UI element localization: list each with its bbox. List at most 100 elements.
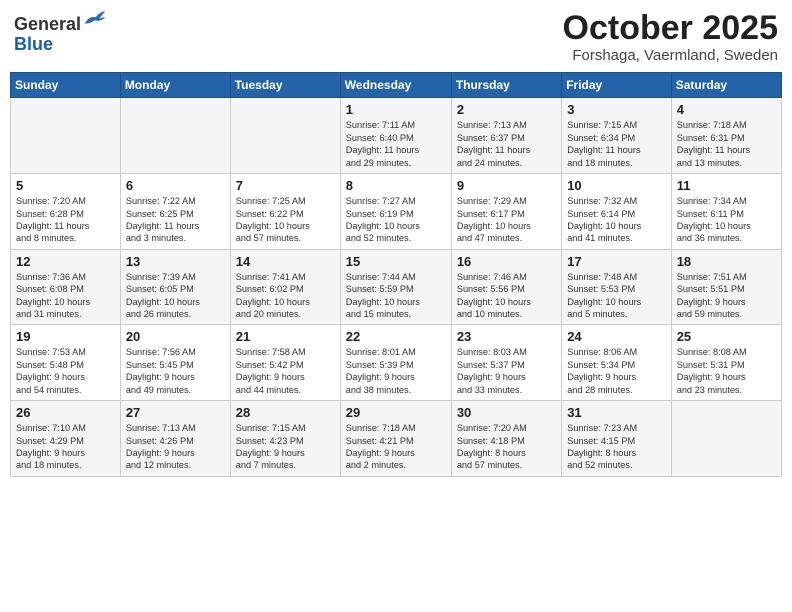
calendar-table: SundayMondayTuesdayWednesdayThursdayFrid… [10, 72, 782, 476]
day-number: 16 [457, 254, 556, 269]
calendar-cell: 7 Sunrise: 7:25 AM Sunset: 6:22 PM Daylig… [230, 174, 340, 250]
day-number: 21 [236, 329, 335, 344]
logo: General Blue [14, 10, 107, 55]
title-block: October 2025 Forshaga, Vaermland, Sweden [563, 10, 778, 64]
calendar-cell: 30 Sunrise: 7:20 AM Sunset: 4:18 PM Dayli… [451, 401, 561, 477]
day-info: Sunrise: 7:22 AM Sunset: 6:25 PM Dayligh… [126, 195, 225, 245]
day-number: 7 [236, 178, 335, 193]
calendar-cell: 22Sunrise: 8:01 AM Sunset: 5:39 PM Dayli… [340, 325, 451, 401]
day-info: Sunrise: 7:41 AM Sunset: 6:02 PM Dayligh… [236, 271, 335, 321]
col-header-thursday: Thursday [451, 73, 561, 98]
col-header-saturday: Saturday [671, 73, 781, 98]
calendar-cell: 1Sunrise: 7:11 AM Sunset: 6:40 PM Daylig… [340, 98, 451, 174]
day-number: 3 [567, 102, 666, 117]
day-number: 6 [126, 178, 225, 193]
calendar-cell: 4 Sunrise: 7:18 AM Sunset: 6:31 PM Daylig… [671, 98, 781, 174]
day-number: 25 [677, 329, 776, 344]
calendar-cell: 23 Sunrise: 8:03 AM Sunset: 5:37 PM Dayli… [451, 325, 561, 401]
calendar-week-row: 26Sunrise: 7:10 AM Sunset: 4:29 PM Dayli… [11, 401, 782, 477]
calendar-cell: 12Sunrise: 7:36 AM Sunset: 6:08 PM Dayli… [11, 249, 121, 325]
calendar-cell: 8 Sunrise: 7:27 AM Sunset: 6:19 PM Daylig… [340, 174, 451, 250]
day-info: Sunrise: 8:08 AM Sunset: 5:31 PM Dayligh… [677, 346, 776, 396]
calendar-cell: 20Sunrise: 7:56 AM Sunset: 5:45 PM Dayli… [120, 325, 230, 401]
calendar-cell: 31 Sunrise: 7:23 AM Sunset: 4:15 PM Dayli… [562, 401, 672, 477]
logo-general: General [14, 14, 81, 34]
calendar-week-row: 1Sunrise: 7:11 AM Sunset: 6:40 PM Daylig… [11, 98, 782, 174]
day-number: 30 [457, 405, 556, 420]
day-number: 29 [346, 405, 446, 420]
day-number: 17 [567, 254, 666, 269]
day-number: 24 [567, 329, 666, 344]
day-info: Sunrise: 7:11 AM Sunset: 6:40 PM Dayligh… [346, 119, 446, 169]
day-info: Sunrise: 7:27 AM Sunset: 6:19 PM Dayligh… [346, 195, 446, 245]
calendar-cell: 28 Sunrise: 7:15 AM Sunset: 4:23 PM Dayli… [230, 401, 340, 477]
calendar-cell: 17 Sunrise: 7:48 AM Sunset: 5:53 PM Dayli… [562, 249, 672, 325]
day-info: Sunrise: 7:48 AM Sunset: 5:53 PM Dayligh… [567, 271, 666, 321]
day-number: 2 [457, 102, 556, 117]
calendar-cell: 19Sunrise: 7:53 AM Sunset: 5:48 PM Dayli… [11, 325, 121, 401]
day-info: Sunrise: 7:18 AM Sunset: 6:31 PM Dayligh… [677, 119, 776, 169]
day-info: Sunrise: 7:58 AM Sunset: 5:42 PM Dayligh… [236, 346, 335, 396]
calendar-week-row: 5 Sunrise: 7:20 AM Sunset: 6:28 PM Daylig… [11, 174, 782, 250]
day-number: 10 [567, 178, 666, 193]
day-number: 22 [346, 329, 446, 344]
day-info: Sunrise: 7:36 AM Sunset: 6:08 PM Dayligh… [16, 271, 115, 321]
calendar-cell: 2Sunrise: 7:13 AM Sunset: 6:37 PM Daylig… [451, 98, 561, 174]
day-number: 9 [457, 178, 556, 193]
day-number: 11 [677, 178, 776, 193]
calendar-cell: 26Sunrise: 7:10 AM Sunset: 4:29 PM Dayli… [11, 401, 121, 477]
day-number: 19 [16, 329, 115, 344]
calendar-cell [230, 98, 340, 174]
day-info: Sunrise: 8:06 AM Sunset: 5:34 PM Dayligh… [567, 346, 666, 396]
day-info: Sunrise: 7:23 AM Sunset: 4:15 PM Dayligh… [567, 422, 666, 472]
calendar-cell: 6 Sunrise: 7:22 AM Sunset: 6:25 PM Daylig… [120, 174, 230, 250]
calendar-cell: 13Sunrise: 7:39 AM Sunset: 6:05 PM Dayli… [120, 249, 230, 325]
day-info: Sunrise: 7:20 AM Sunset: 6:28 PM Dayligh… [16, 195, 115, 245]
calendar-cell: 15Sunrise: 7:44 AM Sunset: 5:59 PM Dayli… [340, 249, 451, 325]
day-info: Sunrise: 8:03 AM Sunset: 5:37 PM Dayligh… [457, 346, 556, 396]
calendar-cell [120, 98, 230, 174]
day-number: 15 [346, 254, 446, 269]
day-info: Sunrise: 7:29 AM Sunset: 6:17 PM Dayligh… [457, 195, 556, 245]
calendar-cell [11, 98, 121, 174]
col-header-monday: Monday [120, 73, 230, 98]
day-number: 14 [236, 254, 335, 269]
day-info: Sunrise: 7:13 AM Sunset: 4:26 PM Dayligh… [126, 422, 225, 472]
calendar-header-row: SundayMondayTuesdayWednesdayThursdayFrid… [11, 73, 782, 98]
calendar-cell: 11 Sunrise: 7:34 AM Sunset: 6:11 PM Dayli… [671, 174, 781, 250]
day-info: Sunrise: 7:46 AM Sunset: 5:56 PM Dayligh… [457, 271, 556, 321]
day-info: Sunrise: 7:20 AM Sunset: 4:18 PM Dayligh… [457, 422, 556, 472]
logo-blue: Blue [14, 34, 53, 54]
page-header: General Blue October 2025 Forshaga, Vaer… [10, 10, 782, 64]
calendar-cell: 25 Sunrise: 8:08 AM Sunset: 5:31 PM Dayli… [671, 325, 781, 401]
day-info: Sunrise: 7:15 AM Sunset: 6:34 PM Dayligh… [567, 119, 666, 169]
day-number: 5 [16, 178, 115, 193]
calendar-cell: 5 Sunrise: 7:20 AM Sunset: 6:28 PM Daylig… [11, 174, 121, 250]
day-number: 18 [677, 254, 776, 269]
calendar-cell: 21 Sunrise: 7:58 AM Sunset: 5:42 PM Dayli… [230, 325, 340, 401]
calendar-cell: 3 Sunrise: 7:15 AM Sunset: 6:34 PM Daylig… [562, 98, 672, 174]
calendar-cell: 27 Sunrise: 7:13 AM Sunset: 4:26 PM Dayli… [120, 401, 230, 477]
day-info: Sunrise: 7:15 AM Sunset: 4:23 PM Dayligh… [236, 422, 335, 472]
col-header-wednesday: Wednesday [340, 73, 451, 98]
calendar-cell [671, 401, 781, 477]
col-header-sunday: Sunday [11, 73, 121, 98]
day-number: 23 [457, 329, 556, 344]
day-info: Sunrise: 7:34 AM Sunset: 6:11 PM Dayligh… [677, 195, 776, 245]
day-number: 13 [126, 254, 225, 269]
calendar-cell: 24 Sunrise: 8:06 AM Sunset: 5:34 PM Dayli… [562, 325, 672, 401]
col-header-tuesday: Tuesday [230, 73, 340, 98]
day-info: Sunrise: 7:10 AM Sunset: 4:29 PM Dayligh… [16, 422, 115, 472]
location: Forshaga, Vaermland, Sweden [563, 47, 778, 64]
day-number: 8 [346, 178, 446, 193]
calendar-cell: 9 Sunrise: 7:29 AM Sunset: 6:17 PM Daylig… [451, 174, 561, 250]
day-number: 31 [567, 405, 666, 420]
calendar-week-row: 12Sunrise: 7:36 AM Sunset: 6:08 PM Dayli… [11, 249, 782, 325]
day-number: 28 [236, 405, 335, 420]
day-info: Sunrise: 7:25 AM Sunset: 6:22 PM Dayligh… [236, 195, 335, 245]
calendar-cell: 14 Sunrise: 7:41 AM Sunset: 6:02 PM Dayli… [230, 249, 340, 325]
day-number: 27 [126, 405, 225, 420]
logo-bird-icon [83, 8, 107, 28]
month-title: October 2025 [563, 10, 778, 47]
day-number: 4 [677, 102, 776, 117]
